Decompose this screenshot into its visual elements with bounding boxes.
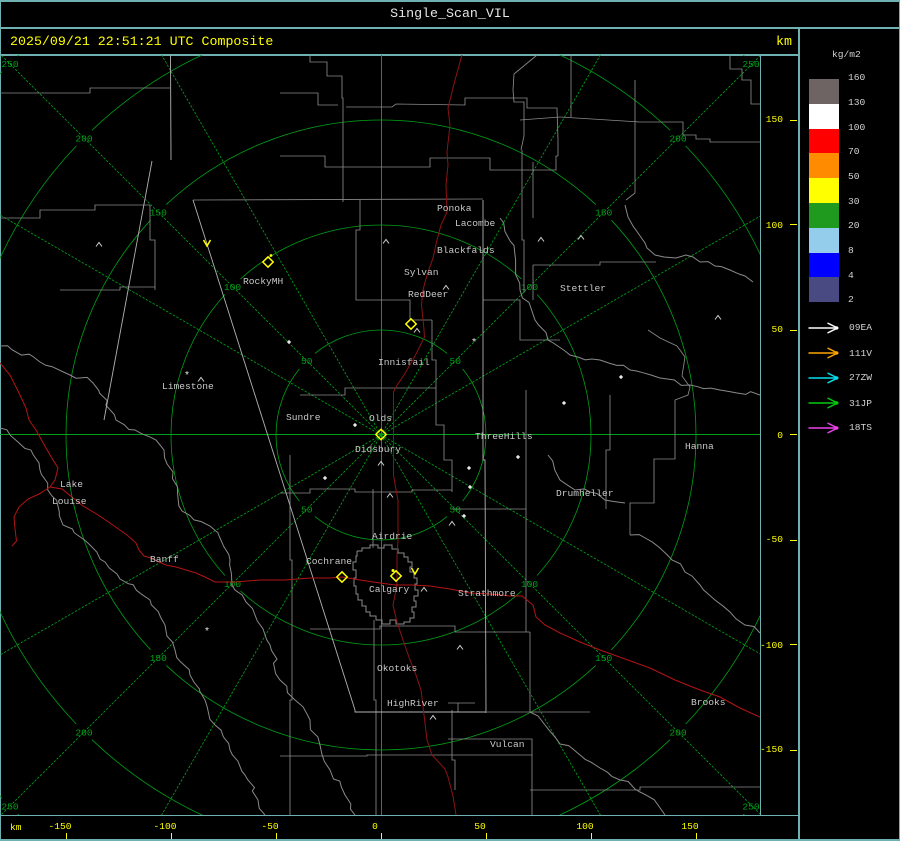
svg-text:Okotoks: Okotoks — [377, 663, 417, 674]
svg-text:Brooks: Brooks — [691, 697, 726, 708]
svg-text:Lake: Lake — [60, 479, 83, 490]
svg-text:Banff: Banff — [150, 554, 179, 565]
svg-text:Sundre: Sundre — [286, 412, 321, 423]
svg-text:50: 50 — [301, 505, 313, 516]
svg-text:250: 250 — [742, 802, 760, 813]
svg-text:250: 250 — [1, 802, 19, 813]
svg-text:*: * — [204, 627, 210, 639]
svg-text:RedDeer: RedDeer — [408, 289, 448, 300]
svg-text:Limestone: Limestone — [162, 381, 214, 392]
svg-text:250: 250 — [742, 59, 760, 70]
svg-text:*: * — [471, 338, 477, 350]
svg-text:HighRiver: HighRiver — [387, 698, 439, 709]
svg-text:100: 100 — [224, 282, 242, 293]
svg-text:RockyMH: RockyMH — [243, 276, 283, 287]
svg-text:Calgary: Calgary — [369, 584, 410, 595]
svg-text:150: 150 — [150, 653, 168, 664]
svg-text:*: * — [184, 371, 190, 383]
svg-text:200: 200 — [75, 727, 93, 738]
svg-text:Ponoka: Ponoka — [437, 203, 472, 214]
svg-text:Strathmore: Strathmore — [458, 588, 516, 599]
svg-text:200: 200 — [75, 133, 93, 144]
svg-text:50: 50 — [449, 356, 461, 367]
svg-text:ThreeHills: ThreeHills — [475, 431, 533, 442]
svg-text:Blackfalds: Blackfalds — [437, 245, 495, 256]
svg-text:Lacombe: Lacombe — [455, 218, 496, 229]
svg-text:150: 150 — [595, 653, 613, 664]
svg-text:50: 50 — [449, 505, 461, 516]
svg-text:100: 100 — [224, 579, 242, 590]
svg-text:Hanna: Hanna — [685, 441, 714, 452]
svg-text:Vulcan: Vulcan — [490, 739, 525, 750]
svg-text:Sylvan: Sylvan — [404, 267, 439, 278]
svg-text:150: 150 — [150, 208, 168, 219]
svg-text:Drumheller: Drumheller — [556, 488, 614, 499]
svg-text:100: 100 — [521, 579, 539, 590]
svg-text:50: 50 — [301, 356, 313, 367]
svg-text:100: 100 — [521, 282, 539, 293]
svg-text:250: 250 — [1, 59, 19, 70]
svg-text:150: 150 — [595, 208, 613, 219]
svg-text:Didsbury: Didsbury — [355, 444, 401, 455]
svg-text:Olds: Olds — [369, 413, 392, 424]
svg-text:Airdrie: Airdrie — [372, 531, 413, 542]
svg-text:Innisfail: Innisfail — [378, 357, 430, 368]
svg-text:Louise: Louise — [52, 496, 87, 507]
svg-text:200: 200 — [669, 727, 687, 738]
svg-text:Cochrane: Cochrane — [306, 556, 352, 567]
svg-text:Stettler: Stettler — [560, 283, 606, 294]
